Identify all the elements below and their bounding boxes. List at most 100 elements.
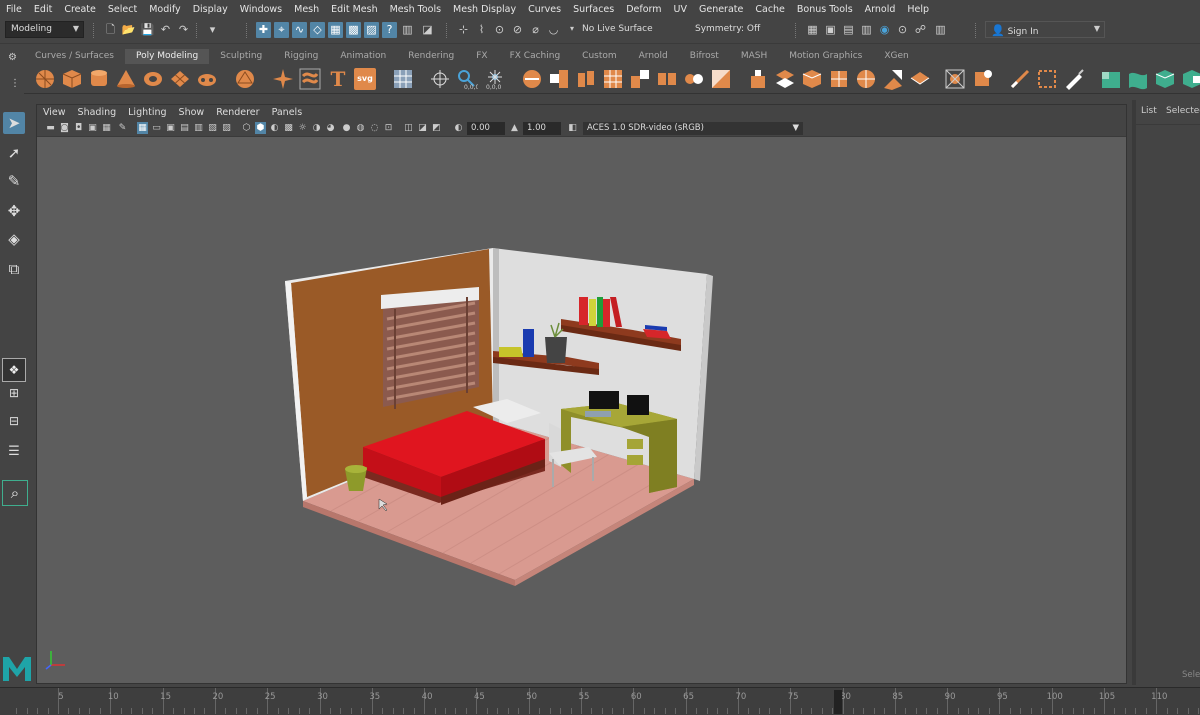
select-edge-icon[interactable]: ▦ [328, 22, 343, 38]
image-plane-icon[interactable]: ▣ [87, 122, 98, 134]
fill-hole-icon[interactable] [710, 68, 732, 90]
boolean-icon[interactable] [629, 68, 651, 90]
separate-icon[interactable] [548, 68, 570, 90]
render-frame-icon[interactable]: ▦ [805, 22, 820, 38]
color-space-dropdown[interactable]: ACES 1.0 SDR-video (sRGB) ▼ [583, 122, 803, 135]
two-view-icon[interactable]: ⊟ [2, 414, 26, 436]
panel-menu-view[interactable]: View [37, 105, 72, 120]
snap-grid-icon[interactable]: ⊹ [456, 22, 471, 38]
resolution-gate-icon[interactable]: ▣ [165, 122, 176, 134]
menu-generate[interactable]: Generate [693, 4, 749, 15]
tab-custom[interactable]: Custom [571, 49, 627, 64]
menu-mesh[interactable]: Mesh [288, 4, 325, 15]
menu-windows[interactable]: Windows [234, 4, 288, 15]
panel-menu-lighting[interactable]: Lighting [122, 105, 172, 120]
save-scene-icon[interactable]: 💾 [140, 22, 155, 38]
menu-surfaces[interactable]: Surfaces [567, 4, 620, 15]
single-perspective-view-icon[interactable]: ❖ [2, 358, 26, 382]
slide-edge-icon[interactable] [1036, 68, 1058, 90]
select-by-object-icon[interactable]: ⌖ [274, 22, 289, 38]
list-menu[interactable]: List [1141, 106, 1157, 116]
lasso-tool-icon[interactable]: ➚ [3, 142, 25, 164]
tab-motion-graphics[interactable]: Motion Graphics [778, 49, 873, 64]
gamma-icon[interactable]: ▲ [509, 122, 520, 134]
panel-menu-renderer[interactable]: Renderer [210, 105, 265, 120]
tab-fx-caching[interactable]: FX Caching [499, 49, 572, 64]
select-by-component-icon[interactable]: ∿ [292, 22, 307, 38]
rotate-tool-icon[interactable]: ◈ [3, 228, 25, 250]
multi-cut-icon[interactable] [801, 68, 823, 90]
uv-editor-icon[interactable] [392, 68, 414, 90]
edit-edge-flow-icon[interactable] [1009, 68, 1031, 90]
exposure-icon[interactable]: ◐ [453, 122, 464, 134]
tab-fx[interactable]: FX [465, 49, 498, 64]
hypershade-icon[interactable]: ◉ [877, 22, 892, 38]
sign-in-button[interactable]: 👤 Sign In ▼ [985, 21, 1105, 38]
symmetry-field[interactable]: Symmetry: Off [690, 22, 770, 39]
tab-arnold[interactable]: Arnold [628, 49, 679, 64]
tab-rendering[interactable]: Rendering [397, 49, 465, 64]
panel-menu-show[interactable]: Show [173, 105, 211, 120]
multisample-aa-icon[interactable]: ◍ [355, 122, 366, 134]
tab-rigging[interactable]: Rigging [273, 49, 329, 64]
poly-disc-icon[interactable] [196, 68, 218, 90]
poly-sphere-icon[interactable] [34, 68, 56, 90]
smooth-icon[interactable] [575, 68, 597, 90]
shelf-menu-icon[interactable]: ⋮ [10, 78, 20, 89]
menu-help[interactable]: Help [901, 4, 935, 15]
menu-edit[interactable]: Edit [28, 4, 58, 15]
grid-icon[interactable]: ▦ [137, 122, 148, 134]
poly-cone-icon[interactable] [115, 68, 137, 90]
combine-icon[interactable] [521, 68, 543, 90]
selection-mask-icon[interactable]: ▾ [205, 22, 220, 38]
extrude-icon[interactable] [747, 68, 769, 90]
mirror-icon[interactable] [656, 68, 678, 90]
gamma-field[interactable]: 1.00 [523, 122, 561, 135]
move-tool-icon[interactable]: ✥ [3, 200, 25, 222]
gate-mask-icon[interactable]: ▤ [179, 122, 190, 134]
render-view-icon[interactable]: ⊙ [895, 22, 910, 38]
textured-icon[interactable]: ▩ [283, 122, 294, 134]
extract-icon[interactable] [602, 68, 624, 90]
menu-mesh-tools[interactable]: Mesh Tools [384, 4, 447, 15]
depth-of-field-icon[interactable]: ◌ [369, 122, 380, 134]
menu-edit-mesh[interactable]: Edit Mesh [325, 4, 383, 15]
menu-mesh-display[interactable]: Mesh Display [447, 4, 522, 15]
magnet-icon[interactable]: ◡ [546, 22, 561, 38]
pivot-icon[interactable] [429, 68, 451, 90]
poly-cylinder-icon[interactable] [88, 68, 110, 90]
menu-create[interactable]: Create [58, 4, 102, 15]
automatic-map-icon[interactable] [1181, 68, 1200, 90]
camera-attributes-icon[interactable]: ◙ [59, 122, 70, 134]
center-pivot-icon[interactable]: 0,0,0 [484, 68, 506, 90]
open-scene-icon[interactable]: 📂 [121, 22, 136, 38]
redo-icon[interactable]: ↷ [176, 22, 191, 38]
menu-deform[interactable]: Deform [620, 4, 667, 15]
screen-space-ao-icon[interactable]: ◕ [325, 122, 336, 134]
film-gate-icon[interactable]: ▭ [151, 122, 162, 134]
cylindrical-map-icon[interactable] [1154, 68, 1176, 90]
poly-cube-icon[interactable] [61, 68, 83, 90]
field-chart-icon[interactable]: ▥ [193, 122, 204, 134]
tab-sculpting[interactable]: Sculpting [209, 49, 273, 64]
super-shape-icon[interactable] [272, 68, 294, 90]
xray-active-icon[interactable]: ◪ [417, 122, 428, 134]
menu-uv[interactable]: UV [668, 4, 693, 15]
lock-selection-icon[interactable]: ▥ [400, 22, 415, 38]
tab-curves-surfaces[interactable]: Curves / Surfaces [24, 49, 125, 64]
connect-icon[interactable] [855, 68, 877, 90]
bevel-icon[interactable] [774, 68, 796, 90]
select-misc-icon[interactable]: ? [382, 22, 397, 38]
xray-icon[interactable]: ◫ [403, 122, 414, 134]
menu-arnold[interactable]: Arnold [859, 4, 902, 15]
shadows-icon[interactable]: ◑ [311, 122, 322, 134]
tab-mash[interactable]: MASH [730, 49, 778, 64]
search-icon[interactable]: ⌕ [2, 480, 28, 506]
menu-curves[interactable]: Curves [522, 4, 567, 15]
menu-bonus-tools[interactable]: Bonus Tools [791, 4, 859, 15]
merge-icon[interactable] [944, 68, 966, 90]
exposure-field[interactable]: 0.00 [467, 122, 505, 135]
selected-menu[interactable]: Selected [1166, 106, 1200, 116]
menu-display[interactable]: Display [187, 4, 234, 15]
type-tool-icon[interactable]: T [327, 68, 349, 90]
